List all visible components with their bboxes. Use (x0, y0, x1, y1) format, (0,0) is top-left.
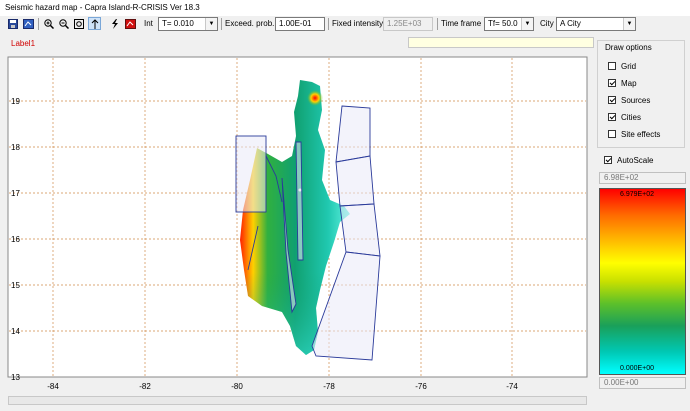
grid-checkbox-label: Grid (621, 61, 637, 71)
site-effects-checkbox-label: Site effects (621, 129, 661, 139)
y-tick-label: 18 (11, 143, 20, 152)
cities-checkbox[interactable] (608, 113, 616, 121)
chevron-down-icon[interactable]: ▼ (521, 18, 533, 30)
y-tick-label: 15 (11, 281, 20, 290)
y-tick-label: 17 (11, 189, 20, 198)
site-effects-checkbox-row[interactable]: Site effects (608, 129, 660, 139)
sources-checkbox[interactable] (608, 96, 616, 104)
y-tick-label: 19 (11, 97, 20, 106)
sources-checkbox-label: Sources (621, 95, 651, 105)
autoscale-label: AutoScale (617, 155, 654, 165)
int-period-select[interactable]: T= 0.010 ▼ (158, 17, 218, 31)
save-icon[interactable] (6, 17, 19, 30)
map-checkbox[interactable] (608, 79, 616, 87)
x-tick-label: -74 (506, 382, 518, 391)
sources-checkbox-row[interactable]: Sources (608, 95, 650, 105)
draw-options-title: Draw options (604, 43, 653, 52)
cities-checkbox-row[interactable]: Cities (608, 112, 641, 122)
toolbar-separator (437, 18, 438, 30)
map-checkbox-label: Map (621, 78, 637, 88)
exceed-prob-label: Exceed. prob. (225, 19, 275, 28)
window-title: Seismic hazard map - Capra Island-R-CRIS… (5, 3, 200, 12)
x-tick-label: -84 (47, 382, 59, 391)
scale-min-input: 0.00E+00 (599, 377, 686, 389)
autoscale-checkbox-row[interactable]: AutoScale (604, 155, 653, 165)
toolbar-separator (328, 18, 329, 30)
toolbar: Int T= 0.010 ▼ Exceed. prob. 1.00E-01 Fi… (0, 16, 690, 34)
map-label: Label1 (11, 39, 36, 48)
lightning-icon[interactable] (108, 17, 121, 30)
zoom-out-icon[interactable] (57, 17, 70, 30)
horizontal-scrollbar[interactable] (8, 396, 587, 405)
scale-max-input: 6.98E+02 (599, 172, 686, 184)
site-effects-checkbox[interactable] (608, 130, 616, 138)
time-frame-select[interactable]: Tf= 50.0 ▼ (484, 17, 534, 31)
chevron-down-icon[interactable]: ▼ (205, 18, 217, 30)
city-label: City (540, 19, 554, 28)
x-tick-label: -82 (139, 382, 151, 391)
y-tick-label: 13 (11, 373, 20, 382)
city-value: A City (560, 19, 581, 28)
time-frame-value: Tf= 50.0 (488, 19, 518, 28)
color-scale-min-label: 0.000E+00 (620, 365, 655, 372)
color-scale-max-label: 6.979E+02 (620, 191, 655, 198)
y-tick-label: 16 (11, 235, 20, 244)
status-box (408, 37, 594, 48)
hazard-map[interactable]: -84 -82 -80 -78 -76 -74 19 18 17 16 15 1… (0, 50, 594, 397)
x-tick-label: -76 (415, 382, 427, 391)
color-scale-bar (599, 188, 686, 375)
cities-checkbox-label: Cities (621, 112, 642, 122)
grid-checkbox[interactable] (608, 62, 616, 70)
red-map-icon[interactable] (124, 17, 137, 30)
chevron-down-icon[interactable]: ▼ (623, 18, 635, 30)
pan-up-icon[interactable] (88, 17, 101, 30)
map-checkbox-row[interactable]: Map (608, 78, 637, 88)
city-select[interactable]: A City ▼ (556, 17, 636, 31)
autoscale-checkbox[interactable] (604, 156, 612, 164)
grid-checkbox-row[interactable]: Grid (608, 61, 636, 71)
time-frame-label: Time frame (441, 19, 482, 28)
int-label: Int (144, 19, 153, 28)
x-tick-label: -78 (323, 382, 335, 391)
fixed-intensity-input: 1.25E+03 (383, 17, 433, 31)
map-icon[interactable] (22, 17, 35, 30)
zoom-extent-icon[interactable] (72, 17, 85, 30)
x-tick-label: -80 (231, 382, 243, 391)
fixed-intensity-label: Fixed intensity (332, 19, 384, 28)
toolbar-separator (38, 18, 39, 30)
int-period-value: T= 0.010 (162, 19, 194, 28)
title-bar: Seismic hazard map - Capra Island-R-CRIS… (0, 0, 690, 16)
zoom-in-icon[interactable] (42, 17, 55, 30)
y-tick-label: 14 (11, 327, 20, 336)
toolbar-separator (221, 18, 222, 30)
exceed-prob-input[interactable]: 1.00E-01 (275, 17, 325, 31)
